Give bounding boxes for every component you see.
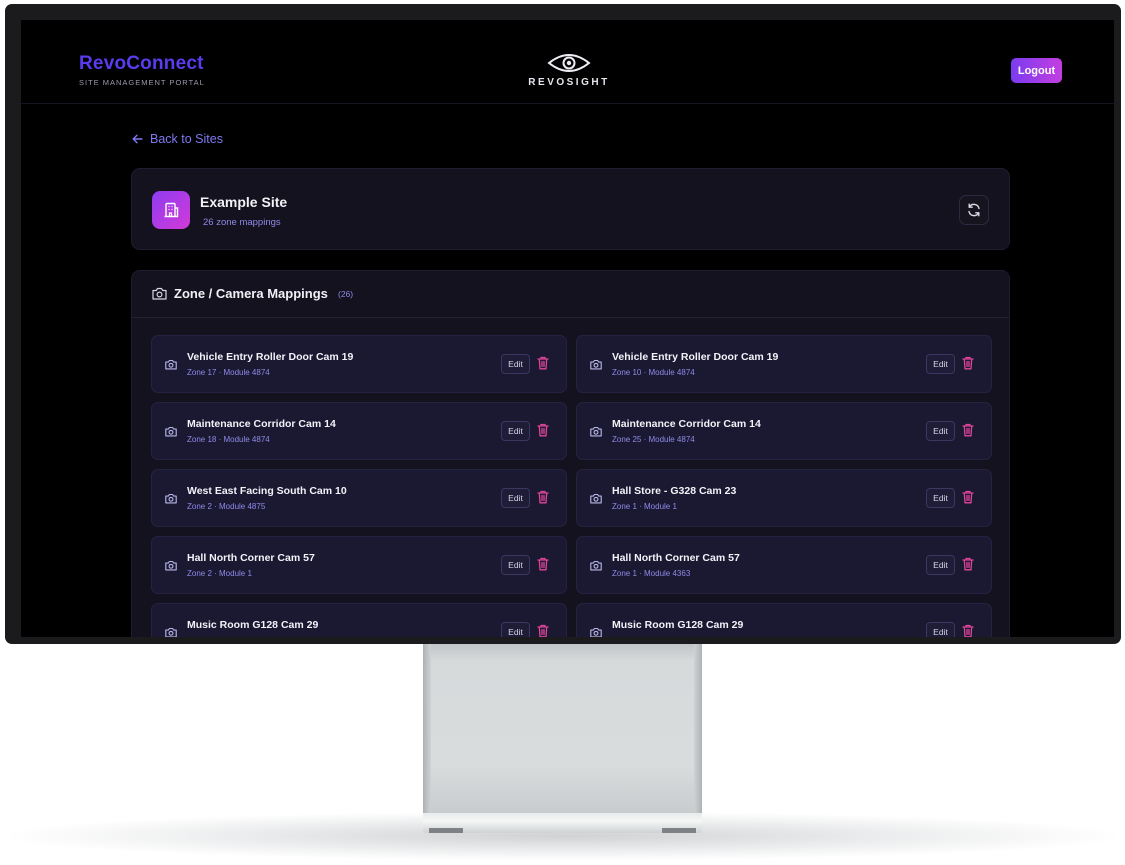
monitor-bezel: RevoConnect SITE MANAGEMENT PORTAL REVOS…	[5, 4, 1121, 644]
camera-icon	[152, 287, 167, 300]
eye-icon	[547, 54, 591, 72]
trash-icon[interactable]	[537, 356, 549, 370]
camera-icon	[165, 493, 177, 504]
back-label: Back to Sites	[150, 132, 223, 146]
site-summary-card: Example Site 26 zone mappings	[131, 168, 1010, 250]
mapping-item: Vehicle Entry Roller Door Cam 19 Zone 17…	[151, 335, 567, 393]
camera-icon	[590, 560, 602, 571]
building-icon	[152, 191, 190, 229]
trash-icon[interactable]	[537, 557, 549, 571]
mapping-name: West East Facing South Cam 10	[187, 485, 347, 497]
camera-icon	[165, 560, 177, 571]
camera-icon	[590, 426, 602, 437]
trash-icon[interactable]	[962, 423, 974, 437]
top-header: RevoConnect SITE MANAGEMENT PORTAL REVOS…	[21, 20, 1114, 104]
mapping-zone-module: Zone 17 · Module 4874	[187, 368, 270, 377]
logo-text: REVOSIGHT	[528, 77, 610, 88]
mapping-name: Hall North Corner Cam 57	[187, 552, 315, 564]
mapping-zone-module: Zone 1 · Module 1	[612, 502, 677, 511]
trash-icon[interactable]	[962, 624, 974, 637]
monitor-stand	[423, 640, 702, 818]
mapping-name: Vehicle Entry Roller Door Cam 19	[612, 351, 779, 363]
app-screen: RevoConnect SITE MANAGEMENT PORTAL REVOS…	[21, 20, 1114, 637]
mapping-name: Music Room G128 Cam 29	[187, 619, 319, 631]
mapping-name: Hall North Corner Cam 57	[612, 552, 740, 564]
camera-icon	[590, 493, 602, 504]
mapping-zone-module: Zone 18 · Module 4874	[187, 435, 270, 444]
mapping-name: Hall Store - G328 Cam 23	[612, 485, 737, 497]
trash-icon[interactable]	[962, 356, 974, 370]
mapping-item: Music Room G128 Cam 29 Edit	[151, 603, 567, 637]
edit-mapping-button[interactable]: Edit	[501, 421, 530, 441]
mapping-item: Hall North Corner Cam 57 Zone 2 · Module…	[151, 536, 567, 594]
brand-subtitle: SITE MANAGEMENT PORTAL	[79, 78, 205, 87]
edit-mapping-button[interactable]: Edit	[501, 622, 530, 637]
mapping-zone-module: Zone 25 · Module 4874	[612, 435, 695, 444]
revosight-logo: REVOSIGHT	[521, 53, 617, 88]
edit-mapping-button[interactable]: Edit	[926, 488, 955, 508]
trash-icon[interactable]	[962, 490, 974, 504]
trash-icon[interactable]	[962, 557, 974, 571]
mappings-header: Zone / Camera Mappings (26)	[132, 271, 1009, 318]
edit-mapping-button[interactable]: Edit	[926, 555, 955, 575]
mappings-title: Zone / Camera Mappings	[174, 286, 328, 301]
mappings-grid: Vehicle Entry Roller Door Cam 19 Zone 17…	[151, 335, 992, 637]
refresh-icon	[968, 203, 980, 217]
mapping-item: Maintenance Corridor Cam 14 Zone 18 · Mo…	[151, 402, 567, 460]
refresh-button[interactable]	[959, 195, 989, 225]
zone-mapping-count: 26 zone mappings	[203, 217, 281, 228]
mapping-zone-module: Zone 1 · Module 4363	[612, 569, 691, 578]
mapping-item: Vehicle Entry Roller Door Cam 19 Zone 10…	[576, 335, 992, 393]
camera-icon	[590, 359, 602, 370]
trash-icon[interactable]	[537, 624, 549, 637]
back-to-sites-link[interactable]: Back to Sites	[132, 132, 223, 146]
camera-icon	[165, 627, 177, 637]
edit-mapping-button[interactable]: Edit	[926, 421, 955, 441]
edit-mapping-button[interactable]: Edit	[926, 622, 955, 637]
mapping-item: Maintenance Corridor Cam 14 Zone 25 · Mo…	[576, 402, 992, 460]
mapping-zone-module: Zone 2 · Module 1	[187, 569, 252, 578]
monitor-stand-base	[423, 813, 702, 833]
mapping-name: Vehicle Entry Roller Door Cam 19	[187, 351, 354, 363]
trash-icon[interactable]	[537, 423, 549, 437]
mapping-name: Music Room G128 Cam 29	[612, 619, 744, 631]
zone-camera-mappings-panel: Zone / Camera Mappings (26) Vehicle Entr…	[131, 270, 1010, 637]
trash-icon[interactable]	[537, 490, 549, 504]
edit-mapping-button[interactable]: Edit	[501, 488, 530, 508]
mapping-item: Hall Store - G328 Cam 23 Zone 1 · Module…	[576, 469, 992, 527]
edit-mapping-button[interactable]: Edit	[501, 354, 530, 374]
camera-icon	[165, 426, 177, 437]
edit-mapping-button[interactable]: Edit	[501, 555, 530, 575]
mapping-item: West East Facing South Cam 10 Zone 2 · M…	[151, 469, 567, 527]
brand-title: RevoConnect	[79, 53, 204, 74]
logout-button[interactable]: Logout	[1011, 58, 1062, 83]
edit-mapping-button[interactable]: Edit	[926, 354, 955, 374]
camera-icon	[590, 627, 602, 637]
camera-icon	[165, 359, 177, 370]
mapping-zone-module: Zone 2 · Module 4875	[187, 502, 266, 511]
mapping-name: Maintenance Corridor Cam 14	[187, 418, 336, 430]
mapping-zone-module: Zone 10 · Module 4874	[612, 368, 695, 377]
mappings-count-badge: (26)	[338, 289, 354, 299]
arrow-left-icon	[132, 134, 143, 144]
site-name: Example Site	[200, 194, 288, 210]
mapping-item: Music Room G128 Cam 29 Edit	[576, 603, 992, 637]
mapping-name: Maintenance Corridor Cam 14	[612, 418, 761, 430]
mapping-item: Hall North Corner Cam 57 Zone 1 · Module…	[576, 536, 992, 594]
